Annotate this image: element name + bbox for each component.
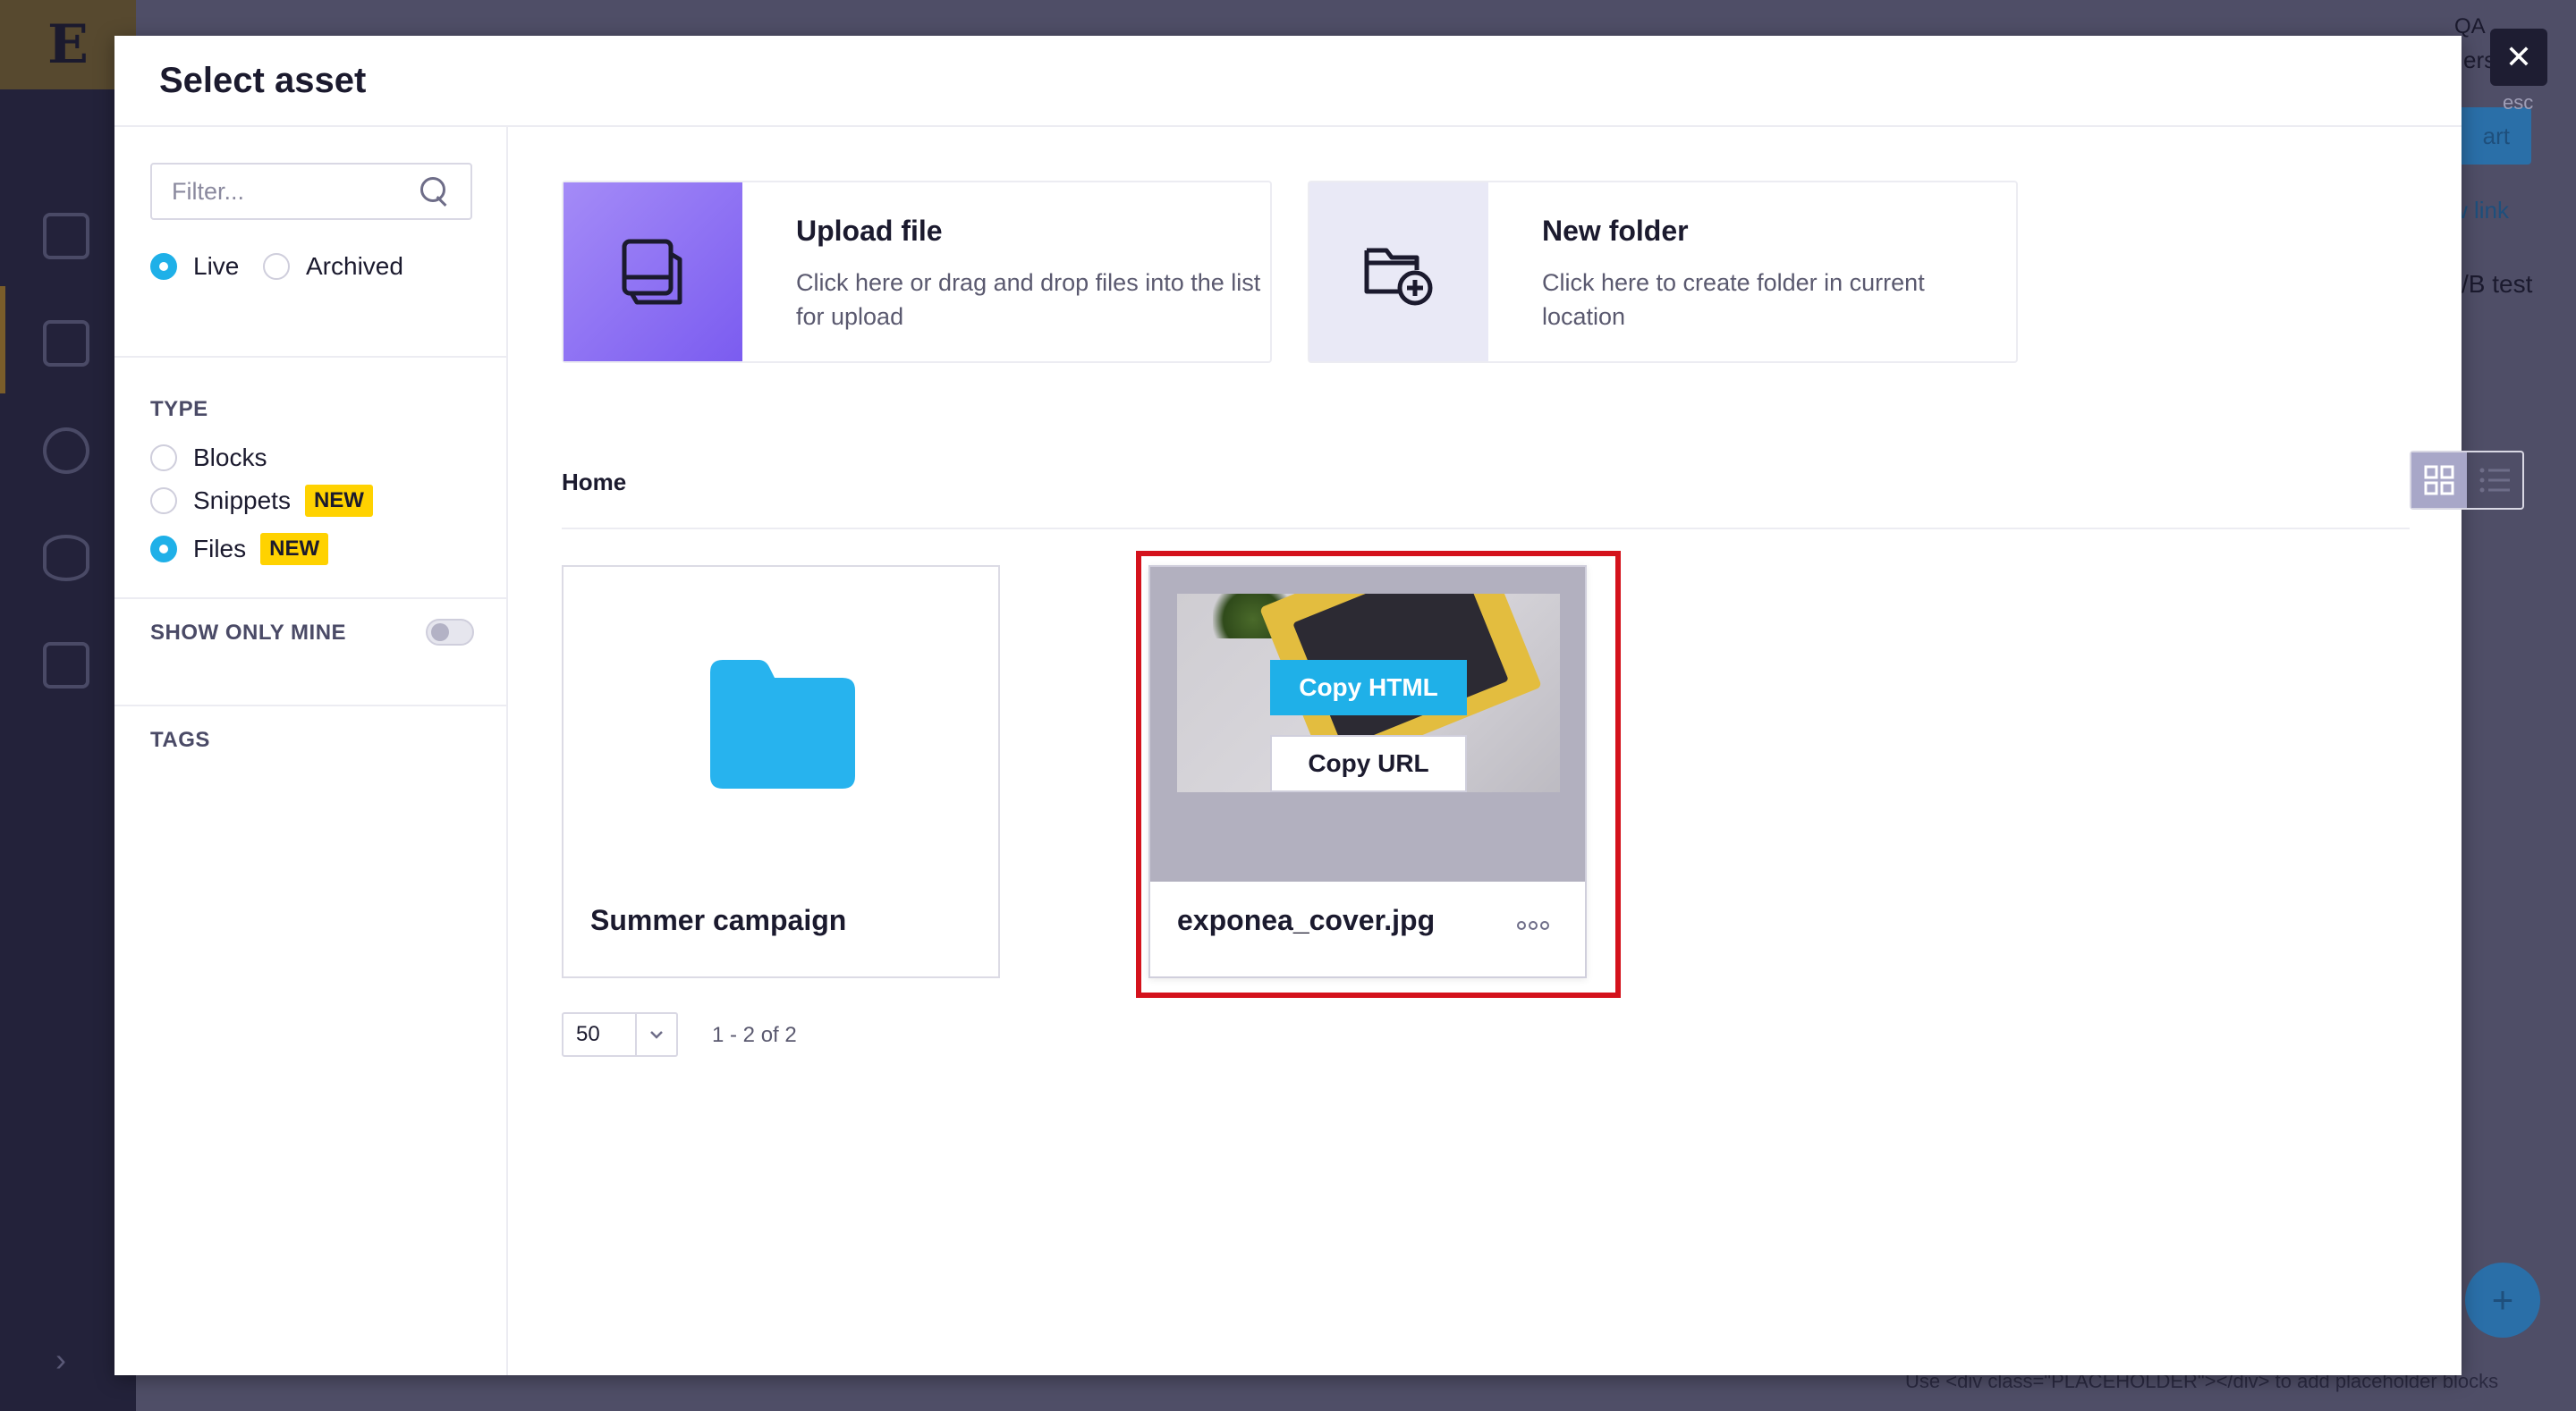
radio-selected[interactable] [150, 253, 177, 280]
asset-browser: Upload file Click here or drag and drop … [508, 127, 2524, 1375]
folder-icon [710, 660, 855, 789]
upload-text: Upload file Click here or drag and drop … [742, 182, 1261, 361]
filters-panel: Live Archived TYPE Blocks Snippets NEW F… [114, 127, 508, 1375]
calendar-icon[interactable] [43, 213, 89, 259]
new-folder-description: Click here to create folder in current l… [1542, 269, 1925, 330]
esc-hint: esc [2503, 91, 2534, 114]
type-option-snippets[interactable]: Snippets NEW [150, 485, 373, 517]
list-icon [2479, 468, 2510, 493]
database-icon[interactable] [43, 535, 89, 581]
folder-name: Summer campaign [590, 904, 847, 936]
bg-start-button: art [2451, 107, 2531, 165]
new-folder-title: New folder [1542, 215, 1689, 247]
grid-icon [2424, 465, 2454, 495]
upload-title: Upload file [796, 215, 943, 247]
upload-art [564, 182, 742, 361]
copy-html-button[interactable]: Copy HTML [1270, 660, 1467, 715]
expand-sidebar-icon[interactable]: › [55, 1341, 66, 1379]
asset-tile[interactable]: Copy HTML Copy URL exponea_cover.jpg [1148, 565, 1587, 978]
folder-tile[interactable]: Summer campaign [562, 565, 1000, 978]
dot [1529, 921, 1538, 930]
close-icon: ✕ [2504, 38, 2533, 75]
folder-plus-icon [1364, 248, 1433, 306]
filter-search-box [150, 163, 472, 220]
radio-unselected[interactable] [150, 487, 177, 514]
dot [1540, 921, 1549, 930]
type-option-label: Blocks [193, 444, 267, 471]
type-option-blocks[interactable]: Blocks [150, 444, 267, 472]
status-option-label: Live [193, 252, 240, 280]
nav-active-indicator [0, 286, 5, 393]
more-options-icon[interactable] [1517, 921, 1549, 930]
new-folder-card[interactable]: New folder Click here to create folder i… [1308, 181, 2018, 363]
pie-chart-icon[interactable] [43, 427, 89, 474]
modal-header: Select asset [114, 36, 2462, 127]
upload-file-card[interactable]: Upload file Click here or drag and drop … [562, 181, 1272, 363]
page-size-value: 50 [576, 1022, 600, 1046]
upload-description: Click here or drag and drop files into t… [796, 269, 1261, 330]
megaphone-icon[interactable] [43, 320, 89, 367]
divider [114, 705, 508, 706]
status-option-live[interactable]: Live [150, 252, 239, 281]
new-folder-art [1309, 182, 1488, 361]
type-section-label: TYPE [150, 397, 208, 421]
new-folder-text: New folder Click here to create folder i… [1488, 182, 2007, 361]
divider [114, 597, 508, 599]
view-mode-toggle [2410, 451, 2524, 510]
page-size-select[interactable]: 50 [562, 1012, 678, 1057]
new-badge: NEW [260, 533, 329, 565]
bg-item: /B test [2462, 270, 2533, 298]
search-icon[interactable] [419, 175, 451, 207]
grid-view-button[interactable] [2411, 452, 2467, 508]
radio-unselected[interactable] [150, 444, 177, 471]
radio-unselected[interactable] [263, 253, 290, 280]
new-badge: NEW [304, 485, 373, 517]
filter-input[interactable] [172, 177, 419, 206]
document-stack-icon [622, 239, 682, 305]
type-option-label: Snippets [193, 486, 291, 514]
bg-start-button-label: art [2482, 122, 2510, 149]
type-option-files[interactable]: Files NEW [150, 533, 329, 565]
asset-name: exponea_cover.jpg [1177, 904, 1436, 936]
show-only-mine-label: SHOW ONLY MINE [150, 621, 347, 645]
bg-add-fab: + [2465, 1263, 2540, 1338]
divider [562, 528, 2410, 529]
radio-selected[interactable] [150, 536, 177, 562]
chevron-down-icon[interactable] [635, 1014, 676, 1055]
pagination-range: 1 - 2 of 2 [712, 1023, 797, 1047]
dot [1517, 921, 1526, 930]
close-modal-button[interactable]: ✕ [2490, 29, 2547, 86]
divider [114, 356, 508, 358]
tags-section-label: TAGS [150, 728, 210, 752]
select-asset-modal: Select asset Live Archived TYPE Blocks S… [114, 36, 2524, 1375]
copy-url-button[interactable]: Copy URL [1270, 735, 1467, 792]
folder-icon[interactable] [43, 642, 89, 689]
asset-preview: Copy HTML Copy URL [1150, 567, 1585, 882]
show-only-mine-toggle[interactable] [426, 619, 474, 646]
type-option-label: Files [193, 535, 247, 562]
modal-title: Select asset [159, 60, 367, 100]
breadcrumb[interactable]: Home [562, 469, 626, 496]
status-option-archived[interactable]: Archived [263, 252, 403, 281]
status-option-label: Archived [306, 252, 403, 280]
list-view-button[interactable] [2467, 452, 2522, 508]
